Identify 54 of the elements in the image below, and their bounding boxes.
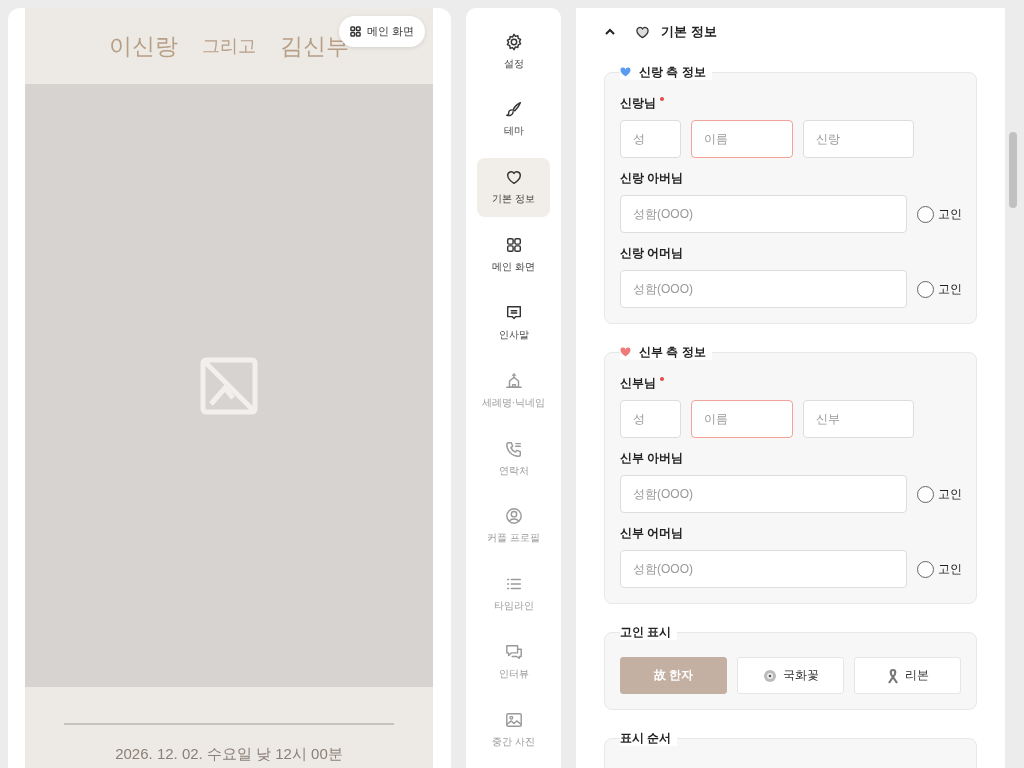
chat-icon (504, 642, 523, 661)
checkbox[interactable] (917, 280, 934, 298)
field-label: 신부님 (620, 375, 656, 392)
checkbox[interactable] (917, 485, 934, 503)
church-icon (504, 371, 523, 390)
input-field[interactable]: 성함(OOO) (620, 270, 907, 308)
input-field[interactable]: 이름 (691, 400, 793, 438)
grid-icon (349, 26, 361, 37)
nav-item[interactable]: 메인 화면 (477, 225, 550, 285)
input-field[interactable]: 성 (620, 120, 681, 158)
input-field[interactable]: 이름 (691, 120, 793, 158)
flower-icon (762, 668, 777, 683)
group-title: 표시 순서 (620, 730, 678, 746)
scrollbar-thumb[interactable] (1009, 132, 1017, 208)
nav-item[interactable]: 기본 정보 (477, 157, 550, 217)
groom-name: 이신랑 (109, 31, 178, 61)
checkbox-label: 고인 (938, 280, 962, 298)
checkbox[interactable] (917, 205, 934, 223)
user-icon (504, 507, 523, 526)
input-field[interactable]: 신랑 (803, 120, 914, 158)
field-label: 신부 아버님 (620, 450, 684, 467)
heart-icon (634, 24, 651, 40)
nav-item[interactable]: 인사말 (477, 293, 550, 353)
gear-icon (504, 32, 523, 51)
group-title: 신랑 측 정보 (639, 64, 706, 80)
grid-icon (504, 236, 523, 255)
checkbox[interactable] (917, 560, 934, 578)
ribbon-icon (886, 667, 899, 684)
checkbox-label: 고인 (938, 560, 962, 578)
field-label: 신랑 어머님 (620, 245, 684, 262)
heart-icon (504, 168, 523, 187)
nav-item[interactable]: 설정 (477, 22, 550, 82)
input-field[interactable]: 성함(OOO) (620, 475, 907, 513)
field-label: 신랑 아버님 (620, 170, 684, 187)
group-title: 신부 측 정보 (639, 344, 706, 360)
field-label: 신부 어머님 (620, 525, 684, 542)
brush-icon (504, 100, 523, 119)
input-field[interactable]: 신부 (803, 400, 914, 438)
wedding-date: 2026. 12. 02. 수요일 낮 12시 00분 (115, 745, 343, 764)
option-button[interactable]: 리본 (854, 657, 961, 694)
input-field[interactable]: 성 (620, 400, 681, 438)
message-icon (504, 303, 523, 322)
group-title: 고인 표시 (620, 624, 678, 640)
image-icon (504, 710, 523, 729)
field-label: 신랑님 (620, 95, 656, 112)
conjunction-text: 그리고 (202, 35, 256, 58)
section-header[interactable]: 기본 정보 (604, 20, 977, 44)
checkbox-label: 고인 (938, 485, 962, 503)
phone-icon (504, 439, 523, 458)
option-button[interactable]: 국화꽃 (737, 657, 844, 694)
nav-item[interactable]: 테마 (477, 89, 550, 150)
input-field[interactable]: 성함(OOO) (620, 550, 907, 588)
input-field[interactable]: 성함(OOO) (620, 195, 907, 233)
checkbox-label: 고인 (938, 205, 962, 223)
